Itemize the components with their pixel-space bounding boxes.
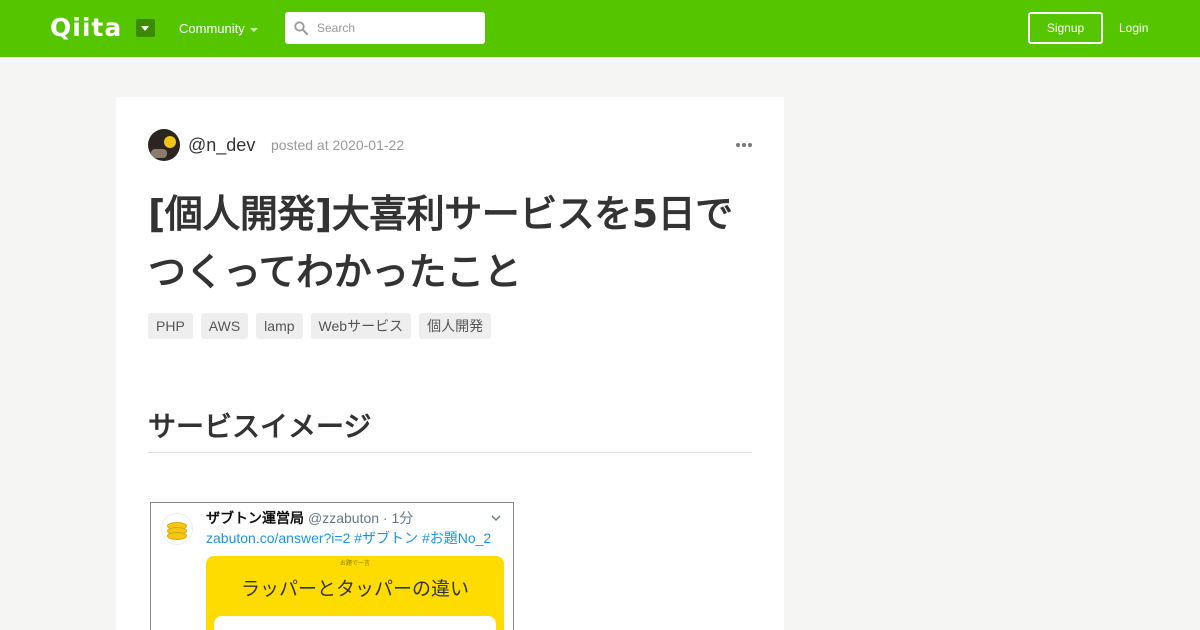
top-navigation-bar: Qiita Community Signup Login xyxy=(0,0,1200,57)
login-link[interactable]: Login xyxy=(1119,20,1148,36)
tweet-card-title: ラッパーとタッパーの違い xyxy=(240,579,469,600)
community-menu[interactable]: Community xyxy=(179,21,245,37)
search-icon xyxy=(294,21,308,35)
tag-list: PHP AWS lamp Webサービス 個人開発 xyxy=(148,313,492,339)
caret-down-icon[interactable] xyxy=(250,28,258,32)
author-link[interactable]: @n_dev xyxy=(188,134,255,156)
tag-personal-dev[interactable]: 個人開発 xyxy=(419,313,492,339)
author-avatar[interactable] xyxy=(148,129,180,161)
avatar-face-shape xyxy=(164,136,176,148)
avatar-body-shape xyxy=(151,149,167,158)
logo-menu-icon[interactable] xyxy=(136,19,155,37)
tweet-account-name: ザブトン運営局 xyxy=(206,510,304,526)
tag-lamp[interactable]: lamp xyxy=(256,313,303,339)
article-title: [個人開発]大喜利サービスを5日でつくってわかったこと xyxy=(148,192,733,294)
tweet-card: お題で一言 ラッパーとタッパーの違い xyxy=(206,556,504,630)
account-icon xyxy=(161,513,193,545)
tag-web-service[interactable]: Webサービス xyxy=(310,313,412,339)
search-box xyxy=(285,12,485,44)
tweet-handle: @zzabuton · 1分 xyxy=(308,510,414,526)
tweet-link-text: zabuton.co/answer?i=2 #ザブトン #お題No_2 xyxy=(206,530,492,546)
article-card: @n_dev posted at 2020-01-22 [個人開発]大喜利サービ… xyxy=(116,97,784,630)
search-input[interactable] xyxy=(317,12,477,44)
section-heading: サービスイメージ xyxy=(148,405,752,453)
tweet-card-caption: お題で一言 xyxy=(339,561,370,567)
chevron-down-icon xyxy=(491,515,501,521)
posted-date: posted at 2020-01-22 xyxy=(271,137,405,153)
tag-php[interactable]: PHP xyxy=(148,313,193,339)
more-icon[interactable] xyxy=(736,141,752,149)
signup-button[interactable]: Signup xyxy=(1028,12,1103,44)
tag-aws[interactable]: AWS xyxy=(200,313,249,339)
embedded-tweet-image: ザブトン運営局 @zzabuton · 1分 zabuton.co/answer… xyxy=(150,502,514,630)
qiita-logo[interactable]: Qiita xyxy=(50,15,122,41)
tweet-card-answer-box xyxy=(214,616,496,630)
